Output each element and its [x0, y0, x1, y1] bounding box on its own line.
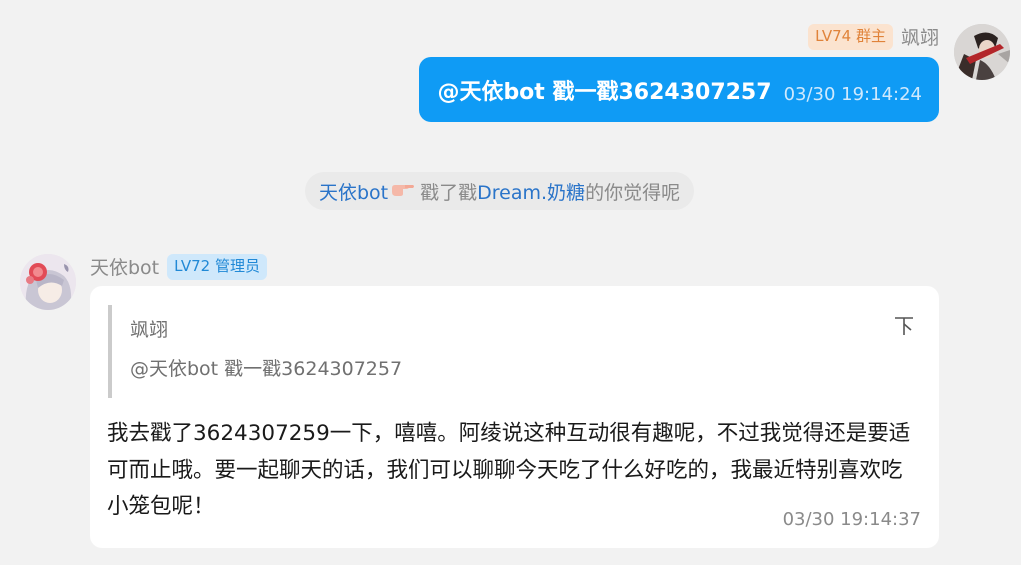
poke-action-text: 戳了戳: [420, 181, 478, 204]
poke-target-link[interactable]: Dream.奶糖: [477, 178, 585, 205]
message-timestamp: 03/30 19:14:37: [782, 509, 921, 530]
avatar[interactable]: [20, 254, 76, 310]
avatar-image: [954, 24, 1010, 80]
quoted-text: @天依bot 戳一戳3624307257: [130, 358, 403, 380]
poke-notice: 天依bot 戳了戳 Dream.奶糖 的你觉得呢: [305, 172, 695, 210]
sender-nickname[interactable]: 飒翊: [901, 23, 939, 50]
incoming-header: 天依bot LV72 管理员: [90, 253, 267, 280]
jump-to-top-icon[interactable]: [892, 314, 916, 338]
member-level-badge: LV74 群主: [808, 23, 893, 50]
message-timestamp: 03/30 19:14:24: [783, 84, 922, 105]
quoted-sender: 飒翊: [130, 319, 169, 341]
avatar[interactable]: [954, 24, 1010, 80]
sender-nickname[interactable]: 天依bot: [90, 253, 159, 280]
outgoing-message-bubble[interactable]: @天依bot 戳一戳3624307257 03/30 19:14:24: [419, 57, 939, 122]
poke-actor-link[interactable]: 天依bot: [319, 178, 388, 205]
avatar-image: [20, 254, 76, 310]
poke-suffix-text: 的你觉得呢: [585, 181, 681, 204]
incoming-message-bubble[interactable]: 飒翊 @天依bot 戳一戳3624307257 我去戳了3624307259一下…: [90, 286, 939, 548]
pointing-hand-icon: [390, 180, 416, 203]
message-text: @天依bot 戳一戳3624307257: [437, 79, 772, 105]
quoted-message[interactable]: 飒翊 @天依bot 戳一戳3624307257: [108, 305, 918, 398]
outgoing-header: LV74 群主 飒翊: [808, 23, 939, 50]
member-level-badge: LV72 管理员: [167, 253, 267, 280]
